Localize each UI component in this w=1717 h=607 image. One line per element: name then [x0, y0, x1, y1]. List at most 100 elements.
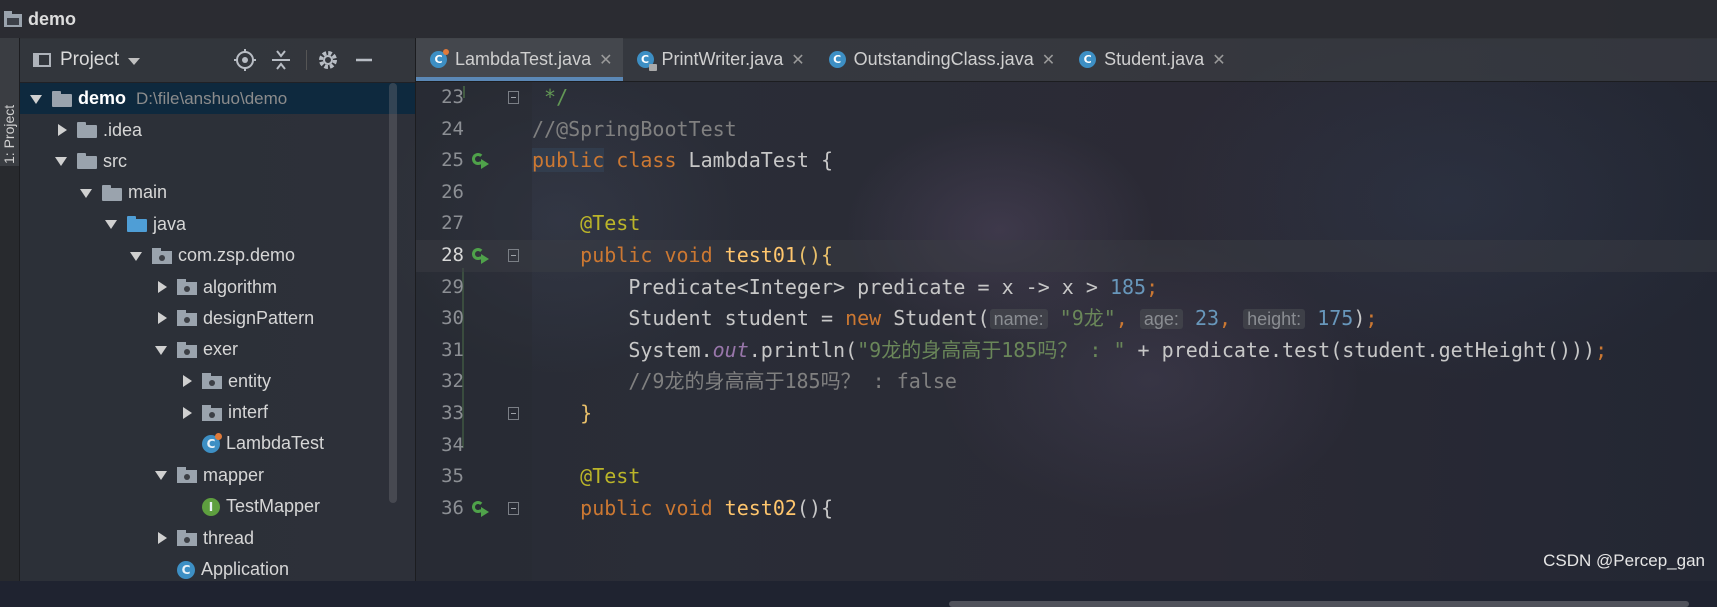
- chevron-right-icon[interactable]: [155, 280, 169, 294]
- editor-tab[interactable]: C Student.java ✕: [1065, 38, 1235, 81]
- class-icon: C: [177, 560, 195, 579]
- gear-icon[interactable]: [316, 48, 340, 72]
- tree-item[interactable]: .idea: [20, 114, 415, 145]
- project-view-selector[interactable]: Project: [60, 49, 119, 71]
- tree-item[interactable]: interf: [20, 397, 415, 428]
- line-number: 26: [441, 180, 464, 203]
- tree-item[interactable]: entity: [20, 366, 415, 397]
- project-tool-window-tab[interactable]: 1: Project: [0, 38, 19, 166]
- code-line[interactable]: 34: [416, 430, 1717, 462]
- code-line[interactable]: 25 public class LambdaTest {: [416, 145, 1717, 177]
- code-line[interactable]: 35 @Test: [416, 461, 1717, 493]
- code-editor: C LambdaTest.java ✕ C PrintWriter.java ✕ C Outs…: [416, 38, 1717, 607]
- chevron-down-icon[interactable]: [105, 217, 119, 231]
- close-icon[interactable]: ✕: [599, 50, 612, 69]
- code-line[interactable]: 33 }: [416, 398, 1717, 430]
- source-folder-icon: [127, 216, 147, 233]
- code-line[interactable]: 32 //9龙的身高高于185吗？ : false: [416, 366, 1717, 398]
- run-test-icon[interactable]: [471, 152, 489, 170]
- chevron-down-icon[interactable]: [30, 92, 44, 106]
- editor-tab-label: Student.java: [1104, 49, 1205, 69]
- tree-item[interactable]: main: [20, 177, 415, 208]
- close-icon[interactable]: ✕: [791, 50, 804, 69]
- parameter-hint: age:: [1139, 309, 1183, 330]
- chevron-down-icon[interactable]: [130, 249, 144, 263]
- code-token: out: [712, 337, 749, 362]
- folder-icon: [52, 90, 72, 107]
- tree-item[interactable]: thread: [20, 522, 415, 553]
- locate-target-icon[interactable]: [233, 48, 257, 72]
- collapse-all-icon[interactable]: [269, 48, 293, 72]
- chevron-down-icon[interactable]: [80, 186, 94, 200]
- chevron-right-icon[interactable]: [155, 531, 169, 545]
- tree-item[interactable]: algorithm: [20, 271, 415, 302]
- package-icon: [152, 247, 172, 264]
- tree-item-label: designPattern: [203, 307, 315, 328]
- tool-window-icon: [33, 53, 51, 67]
- close-icon[interactable]: ✕: [1212, 50, 1225, 69]
- code-token: test02: [724, 495, 797, 520]
- run-test-icon[interactable]: [471, 500, 489, 518]
- project-scrollbar[interactable]: [389, 83, 397, 503]
- code-line[interactable]: 26: [416, 177, 1717, 209]
- chevron-right-icon[interactable]: [180, 374, 194, 388]
- tree-item-label: exer: [203, 339, 239, 360]
- editor-tab[interactable]: C OutstandingClass.java ✕: [815, 38, 1066, 81]
- code-token: //@SpringBootTest: [532, 116, 737, 141]
- chevron-down-icon[interactable]: [155, 468, 169, 482]
- code-token: "9龙": [1047, 306, 1116, 331]
- tree-item-label: TestMapper: [226, 496, 321, 517]
- code-line[interactable]: 29 Predicate<Integer> predicate = x -> x…: [416, 272, 1717, 304]
- folder-icon: [77, 122, 97, 139]
- code-line[interactable]: 31 System.out.println("9龙的身高高于185吗？ : " …: [416, 335, 1717, 367]
- tree-item[interactable]: com.zsp.demo: [20, 240, 415, 271]
- chevron-down-icon[interactable]: [155, 343, 169, 357]
- tree-item-label: com.zsp.demo: [178, 245, 296, 266]
- run-test-icon[interactable]: [471, 247, 489, 265]
- fold-marker-icon[interactable]: [508, 91, 519, 104]
- editor-tab-label: LambdaTest.java: [455, 49, 592, 69]
- chevron-down-icon[interactable]: [55, 154, 69, 168]
- tree-item[interactable]: src: [20, 146, 415, 177]
- code-line[interactable]: 36 public void test02(){: [416, 493, 1717, 525]
- close-icon[interactable]: ✕: [1042, 50, 1055, 69]
- code-token: public: [532, 148, 605, 173]
- code-token: ;: [1595, 337, 1608, 362]
- code-token: Student(: [893, 306, 990, 331]
- tree-item[interactable]: C LambdaTest: [20, 428, 415, 459]
- folder-icon: [77, 153, 97, 170]
- tree-item-label: Application: [201, 559, 290, 580]
- chevron-right-icon[interactable]: [180, 406, 194, 420]
- code-line[interactable]: 28 public void test01(){: [416, 239, 1717, 272]
- chevron-right-icon[interactable]: [155, 311, 169, 325]
- fold-marker-icon[interactable]: [508, 406, 519, 420]
- tree-item[interactable]: mapper: [20, 460, 415, 491]
- project-path: D:\file\anshuo\demo: [136, 88, 288, 108]
- code-line[interactable]: 24 //@SpringBootTest: [416, 114, 1717, 146]
- code-line[interactable]: 27 @Test: [416, 208, 1717, 240]
- tree-item[interactable]: demo D:\file\anshuo\demo: [20, 83, 415, 115]
- project-tree: demo D:\file\anshuo\demo .idea src main java c…: [20, 83, 415, 585]
- code-lines[interactable]: 23 */ 24 //@SpringBootTest 25 public class L…: [416, 82, 1717, 524]
- chevron-right-icon[interactable]: [55, 123, 69, 137]
- line-number: 29: [441, 275, 464, 298]
- code-line[interactable]: 30 Student student = new Student(name: "…: [416, 303, 1717, 335]
- editor-tab[interactable]: C LambdaTest.java ✕: [416, 38, 623, 81]
- fold-marker-icon[interactable]: [508, 248, 519, 262]
- horizontal-scrollbar[interactable]: [949, 601, 1689, 607]
- tree-item[interactable]: I TestMapper: [20, 491, 415, 522]
- minimize-icon[interactable]: [352, 48, 376, 72]
- tree-item[interactable]: java: [20, 209, 415, 240]
- editor-tab[interactable]: C PrintWriter.java ✕: [623, 38, 815, 81]
- code-token: @Test: [580, 464, 641, 489]
- tree-item-label: java: [153, 213, 187, 234]
- tree-item[interactable]: designPattern: [20, 303, 415, 334]
- code-line[interactable]: 23 */: [416, 82, 1717, 114]
- line-number: 35: [441, 465, 464, 488]
- fold-marker-icon[interactable]: [508, 501, 519, 515]
- tree-item[interactable]: exer: [20, 334, 415, 365]
- chevron-down-icon[interactable]: [128, 58, 141, 65]
